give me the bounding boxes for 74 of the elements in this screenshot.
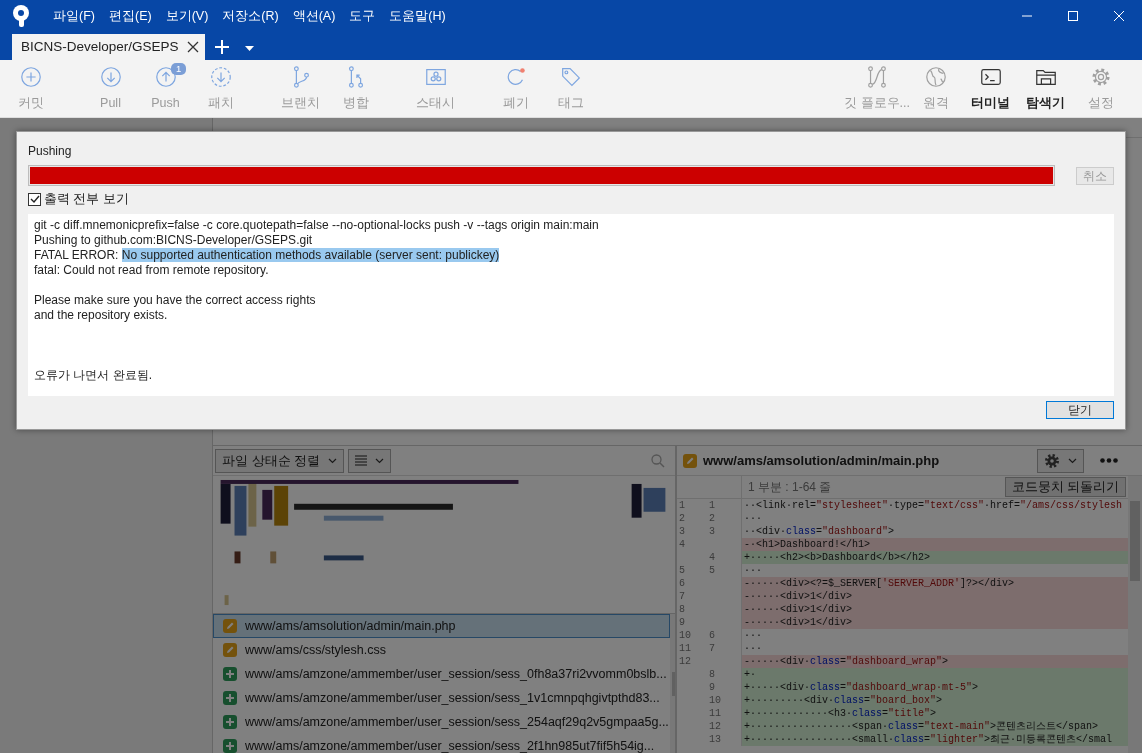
plus-icon[interactable] <box>214 40 229 54</box>
menu-item[interactable]: 파일(F) <box>46 6 102 26</box>
list-icon <box>355 455 368 466</box>
checkbox-label: 출력 전부 보기 <box>44 191 129 208</box>
code-line: ··<div·class="dashboard"> <box>743 525 896 538</box>
output-line: Please make sure you have the correct access rights <box>34 292 316 308</box>
code-line: ··· <box>743 564 763 577</box>
terminal-button[interactable]: 터미널 <box>963 60 1018 118</box>
menu-item[interactable]: 도구 <box>342 6 383 26</box>
caret-icon <box>375 457 385 464</box>
maximize-icon[interactable] <box>1068 11 1078 21</box>
file-path: www/ams/amsolution/admin/main.php <box>703 451 940 470</box>
file-row[interactable]: www/ams/amsolution/admin/main.php <box>213 614 670 638</box>
output-line: Pushing to github.com:BICNS-Developer/GSEPS.git <box>34 232 313 248</box>
explorer-button[interactable]: 탐색기 <box>1018 60 1073 118</box>
line-number: 5 <box>707 564 742 577</box>
line-number: 5 <box>678 564 686 577</box>
code-line: ··· <box>743 629 763 642</box>
line-number: 7 <box>678 590 686 603</box>
scrollbar[interactable] <box>1128 476 1142 753</box>
file-row[interactable]: www/ams/css/stylesh.css <box>213 638 670 662</box>
caret-icon <box>1068 457 1077 464</box>
count-badge: 1 <box>171 63 187 75</box>
file-row[interactable]: www/ams/amzone/ammember/user_session/sess_1v1cmnpqhgivtpthd83... <box>213 686 670 710</box>
caret-icon <box>328 457 338 464</box>
sort-dropdown[interactable]: 파일 상태순 정렬 <box>215 448 345 473</box>
line-number: 7 <box>707 642 742 655</box>
line-number: 9 <box>678 616 686 629</box>
output-line: FATAL ERROR: No supported authentication methods available (server sent: publickey) <box>34 247 500 263</box>
output-line: 오류가 나면서 완료됨. <box>34 367 152 383</box>
line-number: 3 <box>678 525 686 538</box>
line-number: 12 <box>678 655 692 668</box>
line-number: 2 <box>707 512 742 525</box>
menu-item[interactable]: 액션(A) <box>285 6 343 26</box>
dashed-circle-icon <box>208 65 233 90</box>
menu-item[interactable]: 도움말(H) <box>382 6 453 26</box>
line-number: 6 <box>707 629 742 642</box>
line-number: 8 <box>678 603 686 616</box>
options-dropdown[interactable] <box>1037 448 1084 473</box>
line-number: 4 <box>678 538 686 551</box>
repo-tab[interactable]: BICNS-Developer/GSEPS <box>12 34 205 60</box>
revert-hunk-button[interactable]: 코드뭉치 되돌리기 <box>1004 477 1126 497</box>
output-line: and the repository exists. <box>34 307 168 323</box>
menu-item[interactable]: 편집(E) <box>101 6 159 26</box>
file-row[interactable]: www/ams/amzone/ammember/user_session/sess_254aqf29q2v5gmpaa5g... <box>213 710 670 734</box>
caret-icon[interactable] <box>244 46 254 51</box>
more-icon[interactable] <box>1100 458 1118 463</box>
checkbox[interactable] <box>28 192 41 206</box>
line-number: 11 <box>678 642 692 655</box>
line-number: 6 <box>678 577 686 590</box>
app-logo <box>10 4 32 28</box>
output-line: fatal: Could not read from remote repository. <box>34 262 269 278</box>
dialog-title: Pushing <box>28 143 73 160</box>
code-line: ··· <box>743 642 763 655</box>
close-button[interactable]: 닫기 <box>1046 401 1114 419</box>
hunk-title: 1 부분 : 1-64 줄 <box>748 479 832 496</box>
code-line: ··· <box>743 512 763 525</box>
code-line: ··<link·rel="stylesheet"·type="text/css"·href="/ams/css/stylesh <box>743 499 1124 512</box>
file-row[interactable]: www/ams/amzone/ammember/user_session/sess_0fh8a37ri2vvomm0bslb... <box>213 662 670 686</box>
file-row[interactable]: www/ams/amzone/ammember/user_session/sess_2f1hn985ut7fif5h54ig... <box>213 734 670 753</box>
line-number: 3 <box>707 525 742 538</box>
flow-icon <box>865 65 889 90</box>
line-number: 1 <box>707 499 742 512</box>
settings-icon <box>1044 452 1060 469</box>
line-number: 2 <box>678 512 686 525</box>
output-line: git -c diff.mnemonicprefix=false -c core.quotepath=false --no-optional-locks push -v --tags origin main:main <box>34 217 599 233</box>
line-number: 10 <box>678 629 692 642</box>
close-icon[interactable] <box>186 41 199 53</box>
plus-circle-icon <box>18 65 43 90</box>
view-dropdown[interactable] <box>348 448 392 473</box>
line-number: 1 <box>678 499 686 512</box>
menu-item[interactable]: 저장소(R) <box>215 6 286 26</box>
globe-icon <box>923 65 948 90</box>
menu-item[interactable]: 보기(V) <box>158 6 216 26</box>
